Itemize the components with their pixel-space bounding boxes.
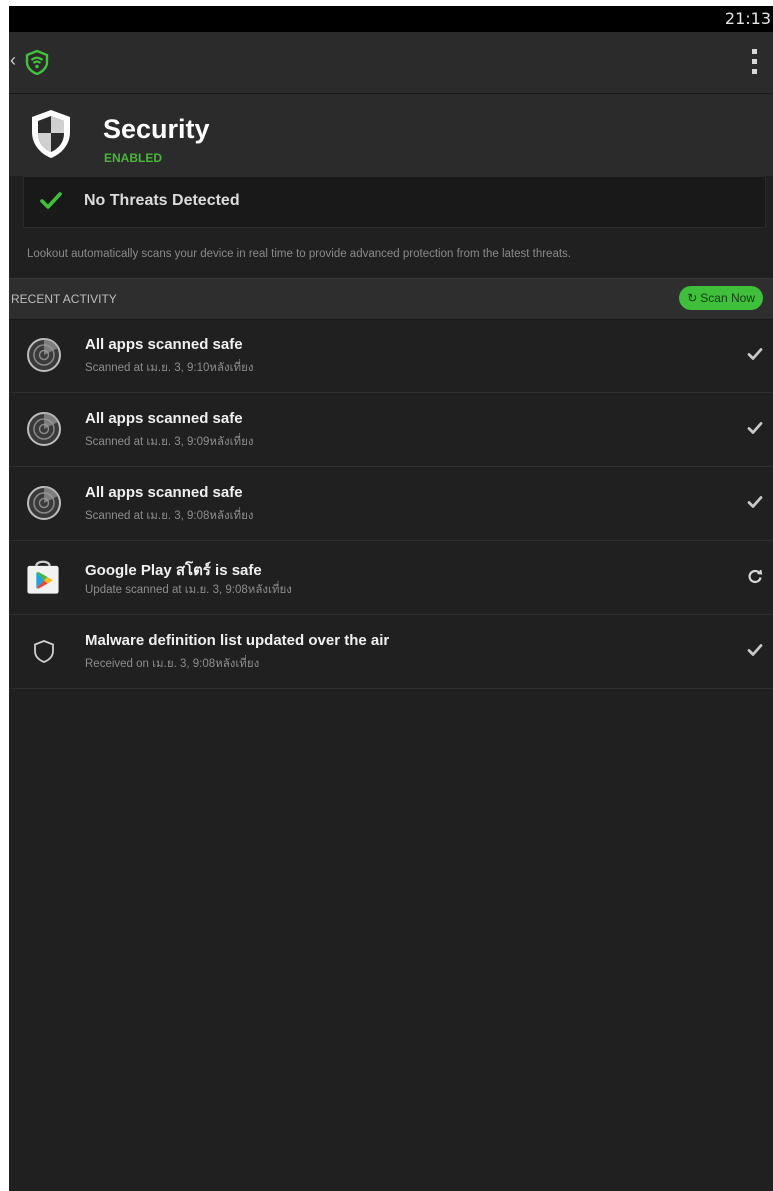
list-item[interactable]: All apps scanned safe Scanned at เม.ย. 3… [9,467,773,541]
overflow-menu-icon[interactable] [749,49,759,75]
security-status-badge: ENABLED [104,151,163,165]
activity-title: All apps scanned safe [85,410,243,427]
check-icon [747,644,763,656]
activity-subtitle: Scanned at เม.ย. 3, 9:08หลังเที่ยง [85,510,254,522]
check-icon [747,422,763,434]
activity-title: All apps scanned safe [85,484,243,501]
activity-title: Google Play สโตร์ is safe [85,562,262,579]
lookout-wifi-shield-icon[interactable] [24,49,50,75]
threat-status-label: No Threats Detected [84,192,240,209]
protection-description: Lookout automatically scans your device … [27,248,571,260]
refresh-icon [748,569,763,584]
recent-activity-header: RECENT ACTIVITY ↻ Scan Now [9,278,773,320]
check-icon [747,348,763,360]
app-screen: 21:13 ‹ Security ENABLED No Threats Dete… [9,6,773,1191]
list-item[interactable]: All apps scanned safe Scanned at เม.ย. 3… [9,393,773,467]
activity-subtitle: Scanned at เม.ย. 3, 9:09หลังเที่ยง [85,436,254,448]
activity-subtitle: Scanned at เม.ย. 3, 9:10หลังเที่ยง [85,362,254,374]
google-play-store-icon [27,560,59,594]
activity-list: All apps scanned safe Scanned at เม.ย. 3… [9,319,773,689]
check-icon [747,496,763,508]
status-bar: 21:13 [9,6,773,32]
scan-now-button[interactable]: ↻ Scan Now [679,286,763,310]
security-header: Security ENABLED [9,94,773,176]
scan-now-label: Scan Now [700,291,755,305]
list-item[interactable]: Google Play สโตร์ is safe Update scanned… [9,541,773,615]
check-icon [40,192,62,209]
activity-subtitle: Update scanned at เม.ย. 3, 9:08หลังเที่ย… [85,584,292,596]
list-item[interactable]: Malware definition list updated over the… [9,615,773,689]
security-title: Security [103,114,210,144]
list-item[interactable]: All apps scanned safe Scanned at เม.ย. 3… [9,319,773,393]
shield-outline-icon [34,640,54,663]
activity-title: Malware definition list updated over the… [85,632,390,649]
radar-scan-icon [27,486,61,520]
shield-icon [32,110,70,158]
status-clock: 21:13 [724,9,771,28]
recent-activity-title: RECENT ACTIVITY [11,292,117,306]
radar-scan-icon [27,412,61,446]
action-bar: ‹ [9,32,773,94]
threat-status-bar: No Threats Detected [23,176,766,228]
activity-title: All apps scanned safe [85,336,243,353]
chevron-left-icon[interactable]: ‹ [10,50,16,71]
refresh-icon: ↻ [687,291,698,305]
radar-scan-icon [27,338,61,372]
activity-subtitle: Received on เม.ย. 3, 9:08หลังเที่ยง [85,658,260,670]
